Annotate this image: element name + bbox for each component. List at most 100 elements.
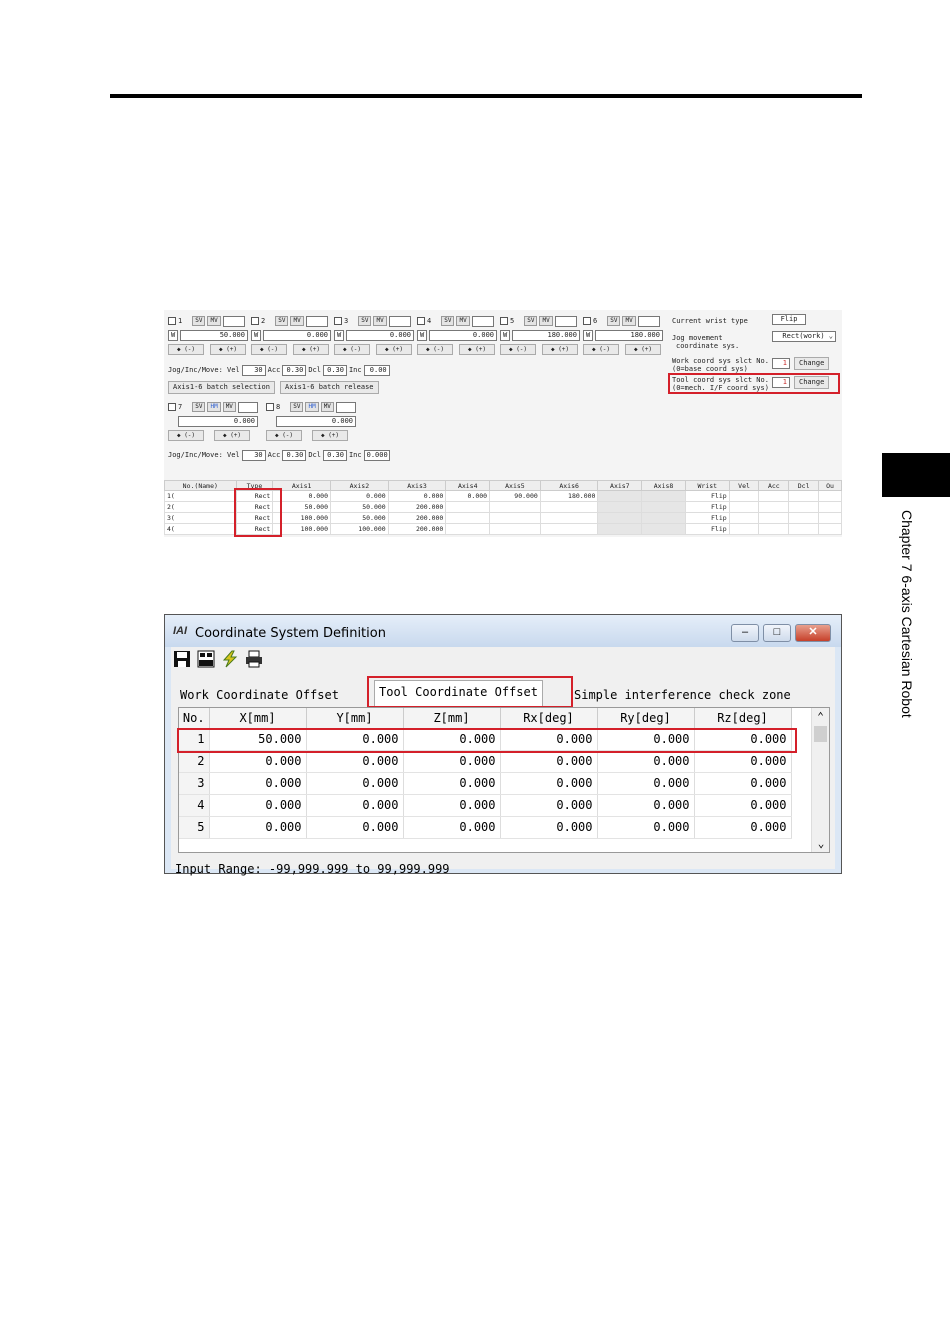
table-cell[interactable] bbox=[489, 523, 541, 535]
mv-input[interactable] bbox=[305, 315, 328, 327]
mv-button[interactable]: MV bbox=[622, 316, 636, 326]
batch-release-button[interactable]: Axis1-6 batch release bbox=[280, 381, 379, 394]
table-cell[interactable] bbox=[539, 501, 599, 513]
inc-input[interactable]: 0.00 bbox=[363, 364, 390, 376]
table-cell[interactable]: 1( bbox=[164, 490, 237, 502]
sel-icon[interactable] bbox=[197, 650, 215, 668]
hm-button[interactable]: HM bbox=[207, 402, 221, 412]
lightning-icon[interactable] bbox=[221, 650, 239, 668]
table-cell[interactable] bbox=[641, 490, 686, 502]
jog-minus-button[interactable]: ◆ (-) bbox=[583, 343, 619, 355]
table-cell[interactable] bbox=[788, 512, 820, 524]
table-cell[interactable]: 200.000 bbox=[387, 512, 447, 524]
mv-input[interactable] bbox=[237, 401, 258, 413]
sv-button[interactable]: SV bbox=[358, 316, 372, 326]
table-cell[interactable] bbox=[597, 523, 643, 535]
offset-cell[interactable]: 0.000 bbox=[209, 794, 307, 817]
table-cell[interactable] bbox=[788, 523, 820, 535]
mv-button[interactable]: MV bbox=[320, 402, 334, 412]
offset-cell[interactable]: 0.000 bbox=[597, 794, 695, 817]
table-cell[interactable] bbox=[641, 501, 686, 513]
offset-cell[interactable]: 0.000 bbox=[500, 816, 598, 839]
table-cell[interactable] bbox=[641, 512, 686, 524]
vel-input[interactable]: 30 bbox=[241, 364, 266, 376]
table-cell[interactable]: 180.000 bbox=[539, 490, 599, 502]
table-cell[interactable] bbox=[758, 490, 790, 502]
jog-plus-button[interactable]: ◆ (+) bbox=[312, 429, 348, 441]
offset-cell[interactable]: 0.000 bbox=[694, 794, 792, 817]
sv-button[interactable]: SV bbox=[275, 316, 289, 326]
jog-minus-button[interactable]: ◆ (-) bbox=[168, 343, 204, 355]
table-cell[interactable]: Flip bbox=[684, 490, 730, 502]
table-cell[interactable] bbox=[597, 501, 643, 513]
sv-button[interactable]: SV bbox=[524, 316, 538, 326]
mv-input[interactable] bbox=[222, 315, 245, 327]
table-cell[interactable] bbox=[489, 512, 541, 524]
jog-minus-button[interactable]: ◆ (-) bbox=[168, 429, 204, 441]
offset-cell[interactable]: 0.000 bbox=[306, 816, 404, 839]
jog-plus-button[interactable]: ◆ (+) bbox=[459, 343, 495, 355]
offset-cell[interactable]: 0.000 bbox=[500, 772, 598, 795]
tab-work-offset[interactable]: Work Coordinate Offset bbox=[176, 686, 343, 706]
axis-checkbox[interactable] bbox=[500, 317, 508, 325]
jog-move-select[interactable]: Rect(work) ⌄ bbox=[772, 331, 836, 342]
table-cell[interactable] bbox=[818, 523, 842, 535]
axis-checkbox[interactable] bbox=[334, 317, 342, 325]
axis-checkbox[interactable] bbox=[251, 317, 259, 325]
axis-value[interactable]: 50.000 bbox=[180, 329, 248, 341]
mv-button[interactable]: MV bbox=[207, 316, 221, 326]
mv-button[interactable]: MV bbox=[539, 316, 553, 326]
sv-button[interactable]: SV bbox=[607, 316, 621, 326]
acc-input[interactable]: 0.30 bbox=[282, 449, 307, 461]
vertical-scrollbar[interactable]: ⌃ ⌄ bbox=[811, 708, 829, 852]
table-cell[interactable]: 200.000 bbox=[387, 501, 447, 513]
minimize-button[interactable]: ‒ bbox=[731, 624, 759, 642]
axis-checkbox[interactable] bbox=[168, 317, 176, 325]
table-cell[interactable] bbox=[728, 512, 760, 524]
table-cell[interactable] bbox=[818, 501, 842, 513]
axis-value[interactable]: 0.000 bbox=[263, 329, 331, 341]
table-cell[interactable] bbox=[445, 501, 491, 513]
sv-button[interactable]: SV bbox=[192, 402, 206, 412]
offset-cell[interactable]: 0.000 bbox=[209, 750, 307, 773]
offset-cell[interactable]: 0.000 bbox=[597, 750, 695, 773]
batch-select-button[interactable]: Axis1-6 batch selection bbox=[168, 381, 275, 394]
table-cell[interactable]: 2( bbox=[164, 501, 237, 513]
jog-plus-button[interactable]: ◆ (+) bbox=[625, 343, 661, 355]
mv-button[interactable]: MV bbox=[290, 316, 304, 326]
table-cell[interactable] bbox=[758, 501, 790, 513]
table-cell[interactable]: Flip bbox=[684, 523, 730, 535]
mv-button[interactable]: MV bbox=[222, 402, 236, 412]
mv-input[interactable] bbox=[471, 315, 494, 327]
offset-cell[interactable]: 0.000 bbox=[597, 772, 695, 795]
offset-cell[interactable]: 0.000 bbox=[694, 772, 792, 795]
acc-input[interactable]: 0.30 bbox=[282, 364, 307, 376]
inc-input[interactable]: 0.000 bbox=[363, 449, 390, 461]
offset-cell[interactable]: 0.000 bbox=[403, 750, 501, 773]
scroll-thumb[interactable] bbox=[814, 726, 827, 742]
offset-cell[interactable]: 0.000 bbox=[403, 794, 501, 817]
mv-input[interactable] bbox=[335, 401, 356, 413]
table-cell[interactable] bbox=[818, 512, 842, 524]
jog-plus-button[interactable]: ◆ (+) bbox=[293, 343, 329, 355]
axis-value[interactable]: 0.000 bbox=[429, 329, 497, 341]
jog-plus-button[interactable]: ◆ (+) bbox=[542, 343, 578, 355]
table-cell[interactable] bbox=[539, 523, 599, 535]
axis-checkbox[interactable] bbox=[168, 403, 176, 411]
hm-button[interactable]: HM bbox=[305, 402, 319, 412]
table-cell[interactable]: Flip bbox=[684, 512, 730, 524]
table-cell[interactable]: 0.000 bbox=[387, 490, 447, 502]
printer-icon[interactable] bbox=[245, 650, 263, 668]
jog-minus-button[interactable]: ◆ (-) bbox=[251, 343, 287, 355]
jog-minus-button[interactable]: ◆ (-) bbox=[266, 429, 302, 441]
table-cell[interactable] bbox=[641, 523, 686, 535]
offset-cell[interactable]: 0.000 bbox=[694, 816, 792, 839]
dcl-input[interactable]: 0.30 bbox=[322, 364, 347, 376]
offset-cell[interactable]: 0.000 bbox=[500, 750, 598, 773]
table-cell[interactable]: 0.000 bbox=[330, 490, 389, 502]
table-cell[interactable] bbox=[728, 490, 760, 502]
table-cell[interactable] bbox=[758, 523, 790, 535]
table-cell[interactable] bbox=[818, 490, 842, 502]
table-cell[interactable] bbox=[539, 512, 599, 524]
table-cell[interactable]: 4( bbox=[164, 523, 237, 535]
